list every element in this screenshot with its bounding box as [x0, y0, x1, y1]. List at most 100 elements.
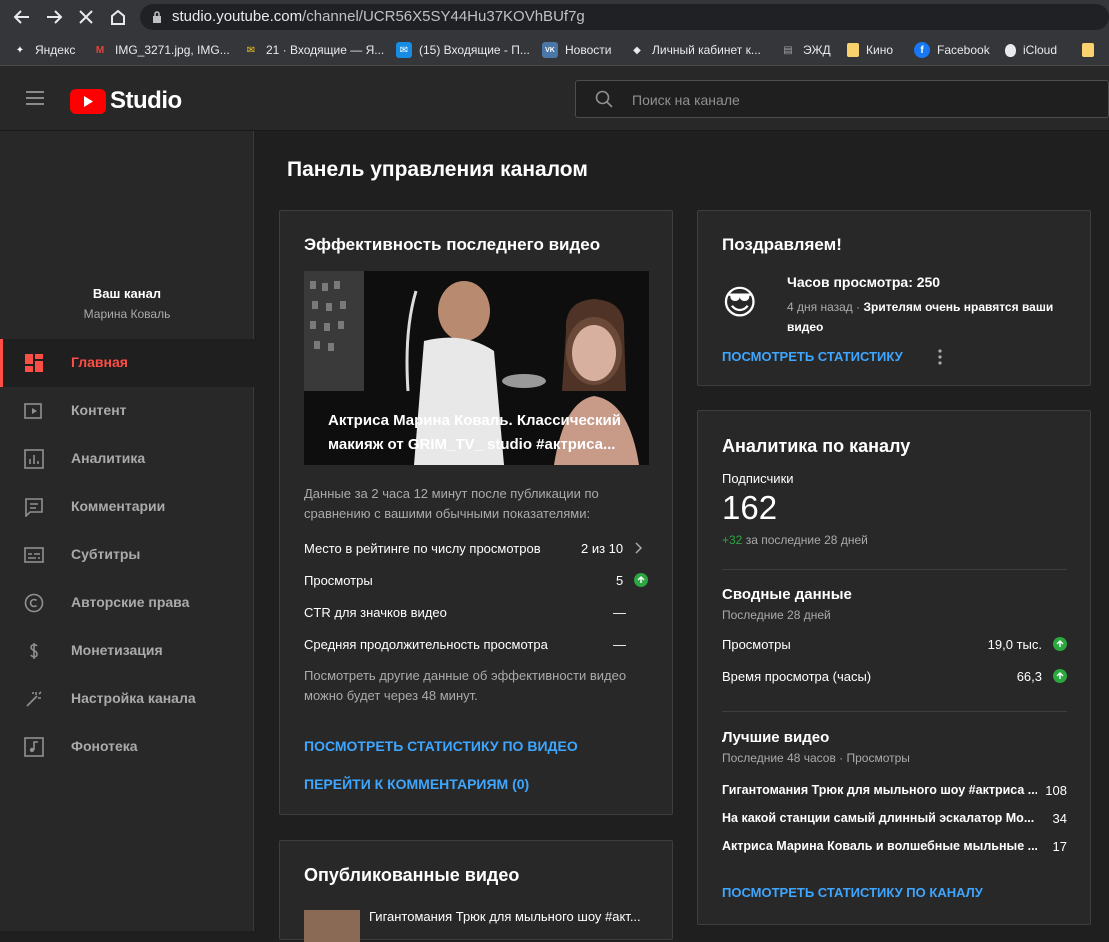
close-icon	[79, 10, 93, 24]
channel-stats-link[interactable]: ПОСМОТРЕТЬ СТАТИСТИКУ ПО КАНАЛУ	[722, 885, 983, 900]
forward-button[interactable]	[42, 5, 66, 29]
folder-icon	[1082, 43, 1094, 57]
top-video-row[interactable]: На какой станции самый длинный эскалатор…	[722, 809, 1067, 833]
channel-search[interactable]: Поиск на канале	[575, 80, 1109, 118]
mail-icon: ✉	[396, 42, 412, 58]
sidebar-item-label: Аналитика	[71, 450, 146, 466]
channel-name[interactable]: Марина Коваль	[0, 307, 254, 321]
document-icon: ▤	[783, 44, 793, 56]
metric-row-rank[interactable]: Место в рейтинге по числу просмотров 2 и…	[304, 539, 649, 571]
sidebar-item-2[interactable]: Аналитика	[0, 435, 254, 483]
sidebar-item-0[interactable]: Главная	[0, 339, 254, 387]
more-options-button[interactable]	[938, 349, 948, 367]
music-icon	[24, 737, 44, 757]
latest-desc-line2: сравнению с вашими обычными показателями…	[304, 506, 591, 521]
congrats-headline: Часов просмотра: 250	[787, 274, 941, 290]
stop-button[interactable]	[74, 5, 98, 29]
bookmark-item[interactable]: M IMG_3271.jpg, IMG...	[92, 41, 230, 59]
subscribers-delta: +32	[722, 533, 743, 547]
go-to-comments-link[interactable]: ПЕРЕЙТИ К КОММЕНТАРИЯМ (0)	[304, 776, 529, 792]
top-video-row[interactable]: Гигантомания Трюк для мыльного шоу #актр…	[722, 781, 1067, 805]
sidebar-item-4[interactable]: Субтитры	[0, 531, 254, 579]
top-videos-title: Лучшие видео	[722, 729, 830, 746]
metric-label: CTR для значков видео	[304, 605, 447, 620]
video-thumbnail[interactable]: Актриса Марина Коваль. Классический маки…	[304, 271, 649, 465]
bookmark-item[interactable]: ◆ Личный кабинет к...	[629, 41, 761, 59]
vk-icon: VK	[542, 42, 558, 58]
bookmark-item[interactable]: ▤ ЭЖД	[780, 41, 830, 59]
home-button[interactable]	[106, 5, 130, 29]
dollar-icon	[30, 643, 38, 659]
bookmark-item[interactable]: ✉ (15) Входящие - П...	[396, 41, 530, 59]
lock-icon	[153, 11, 161, 23]
arrow-up-icon	[1053, 637, 1067, 651]
summary-row-views: Просмотры 19,0 тыс.	[722, 635, 1067, 659]
top-video-views: 108	[1045, 783, 1067, 798]
analytics-title: Аналитика по каналу	[722, 436, 911, 456]
sidebar-item-label: Фонотека	[71, 738, 138, 754]
sidebar-item-6[interactable]: Монетизация	[0, 627, 254, 675]
bookmark-item[interactable]: Кино	[847, 41, 893, 59]
sidebar-item-1[interactable]: Контент	[0, 387, 254, 435]
address-bar[interactable]: studio.youtube.com/channel/UCR56X5SY44Hu…	[140, 4, 1109, 30]
channel-title: Ваш канал	[92, 286, 162, 301]
bookmark-label: 21 · Входящие — Я...	[266, 43, 385, 57]
back-arrow-icon	[13, 10, 29, 24]
analytics-icon	[24, 449, 44, 469]
search-icon	[595, 90, 613, 108]
bookmark-item[interactable]: VK Новости	[542, 41, 611, 59]
published-video-thumbnail[interactable]	[304, 910, 360, 942]
sidebar-item-3[interactable]: Комментарии	[0, 483, 254, 531]
sidebar-item-8[interactable]: Фонотека	[0, 723, 254, 771]
sidebar-item-label: Субтитры	[71, 546, 141, 562]
search-placeholder: Поиск на канале	[632, 92, 740, 108]
latest-desc-line1: Данные за 2 часа 12 минут после публикац…	[304, 486, 599, 501]
sidebar-item-5[interactable]: Авторские права	[0, 579, 254, 627]
bookmark-item[interactable]: ✦ Яндекс	[12, 41, 76, 59]
published-title: Опубликованные видео	[304, 865, 520, 885]
studio-logo[interactable]: Studio	[70, 87, 182, 115]
video-title-line1: Актриса Марина Коваль. Классический	[328, 412, 621, 429]
latest-note-line2: можно будет через 48 минут.	[304, 688, 478, 703]
content-icon	[24, 403, 42, 419]
menu-button[interactable]	[26, 91, 44, 110]
bookmark-item[interactable]: f Facebook	[914, 41, 990, 59]
bookmark-label: Новости	[565, 43, 612, 57]
top-videos-period: Последние 48 часов · Просмотры	[722, 751, 910, 765]
magic-wand-icon	[26, 691, 42, 707]
bookmark-label: Личный кабинет к...	[652, 43, 761, 57]
browser-toolbar: studio.youtube.com/channel/UCR56X5SY44Hu…	[0, 0, 1109, 34]
chevron-right-icon	[635, 542, 643, 554]
summary-label: Просмотры	[722, 637, 791, 652]
top-video-title: Актриса Марина Коваль и волшебные мыльны…	[722, 839, 1037, 853]
summary-label: Время просмотра (часы)	[722, 669, 872, 684]
top-video-title: Гигантомания Трюк для мыльного шоу #актр…	[722, 783, 1037, 797]
sidebar: Ваш канал Марина Коваль Главная Контент Ан…	[0, 131, 254, 931]
yandex-mail-icon: ✉	[246, 44, 256, 56]
subscribers-label: Подписчики	[722, 471, 794, 486]
metric-label: Место в рейтинге по числу просмотров	[304, 541, 541, 556]
hamburger-icon	[26, 91, 44, 105]
subscribers-period: за последние 28 дней	[745, 533, 868, 547]
latest-video-card: Эффективность последнего видео Актриса М…	[279, 210, 673, 815]
subtitles-icon	[24, 547, 44, 563]
url-path: /channel/UCR56X5SY44Hu37KOVhBUf7g	[302, 8, 585, 25]
watch-time-stats-link[interactable]: ПОСМОТРЕТЬ СТАТИСТИКУ	[722, 349, 903, 364]
video-stats-link[interactable]: ПОСМОТРЕТЬ СТАТИСТИКУ ПО ВИДЕО	[304, 738, 578, 754]
sidebar-item-label: Монетизация	[71, 642, 163, 658]
published-video-title[interactable]: Гигантомания Трюк для мыльного шоу #акт.…	[369, 909, 641, 924]
bookmark-item[interactable]: iCloud	[1005, 41, 1057, 59]
metric-value: 2 из 10	[581, 541, 624, 556]
bookmark-item[interactable]: ✉ 21 · Входящие — Я...	[243, 41, 384, 59]
published-videos-card: Опубликованные видео Гигантомания Трюк д…	[279, 840, 673, 942]
home-icon	[111, 9, 125, 25]
bookmark-item[interactable]	[1082, 41, 1101, 59]
metric-row-duration: Средняя продолжительность просмотра —	[304, 635, 649, 667]
sidebar-item-7[interactable]: Настройка канала	[0, 675, 254, 723]
congrats-time: 4 дня назад	[787, 300, 853, 314]
bank-icon: ◆	[633, 44, 641, 56]
sidebar-item-label: Контент	[71, 402, 127, 418]
folder-icon	[847, 43, 859, 57]
back-button[interactable]	[10, 5, 34, 29]
top-video-row[interactable]: Актриса Марина Коваль и волшебные мыльны…	[722, 837, 1067, 861]
